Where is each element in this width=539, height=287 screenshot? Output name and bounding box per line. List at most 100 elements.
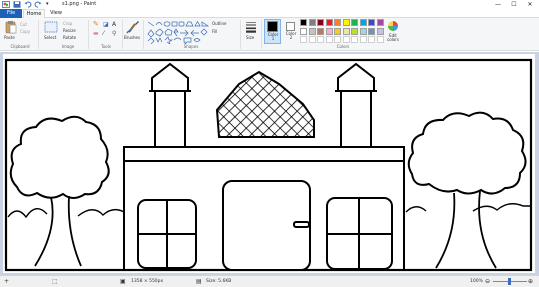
separator bbox=[240, 20, 241, 49]
palette-swatch-empty[interactable] bbox=[368, 36, 375, 43]
minimize-button[interactable]: — bbox=[490, 0, 506, 9]
color-palette bbox=[300, 19, 386, 47]
palette-swatch[interactable] bbox=[368, 27, 375, 35]
image-dimensions: 1358 × 550px bbox=[131, 279, 164, 284]
brushes-button[interactable]: Brushes bbox=[124, 35, 140, 40]
zoom-slider-thumb[interactable] bbox=[508, 278, 511, 285]
color2-selector[interactable]: Color 2 bbox=[283, 19, 299, 44]
size-button[interactable]: Size bbox=[246, 35, 254, 40]
left-tree-canopy bbox=[9, 115, 110, 199]
shapes-gallery[interactable] bbox=[147, 20, 209, 44]
text-tool-icon[interactable]: A bbox=[112, 22, 116, 28]
outline-dropdown[interactable]: Outline bbox=[212, 21, 226, 26]
maximize-button[interactable]: ☐ bbox=[506, 0, 522, 9]
window-title: s1.png - Paint bbox=[62, 1, 97, 7]
color1-selector[interactable]: Color 1 bbox=[264, 19, 281, 44]
palette-swatch[interactable] bbox=[317, 27, 324, 35]
palette-swatch[interactable] bbox=[359, 27, 367, 35]
palette-swatch[interactable] bbox=[334, 19, 341, 26]
zoom-in-button[interactable]: ⊕ bbox=[528, 276, 533, 287]
left-tree-trunk bbox=[34, 195, 82, 267]
palette-swatch-empty[interactable] bbox=[325, 36, 333, 43]
fill-bucket-icon[interactable]: ◪ bbox=[103, 22, 109, 28]
selection-icon: ⬚ bbox=[52, 278, 58, 285]
customize-quick-access-icon[interactable]: ▾ bbox=[46, 0, 49, 7]
color2-label: Color 2 bbox=[285, 31, 297, 40]
redo-icon[interactable] bbox=[34, 1, 42, 8]
close-button[interactable]: ✕ bbox=[522, 0, 538, 9]
zoom-level: 100% bbox=[470, 279, 483, 284]
palette-swatch[interactable] bbox=[317, 19, 324, 26]
palette-swatch-empty[interactable] bbox=[359, 36, 367, 43]
paste-button[interactable]: Paste bbox=[4, 35, 15, 40]
palette-swatch-empty[interactable] bbox=[308, 36, 316, 43]
palette-swatch[interactable] bbox=[359, 19, 367, 26]
edit-colors-icon[interactable] bbox=[387, 20, 399, 32]
edit-colors-button[interactable]: Edit colors bbox=[385, 34, 401, 42]
palette-swatch-empty[interactable] bbox=[317, 36, 324, 43]
separator bbox=[88, 20, 89, 49]
color1-swatch bbox=[267, 21, 278, 32]
color-picker-icon[interactable]: ⁄ bbox=[103, 31, 104, 37]
tab-view[interactable]: View bbox=[47, 9, 65, 18]
separator bbox=[122, 20, 123, 49]
palette-swatch[interactable] bbox=[300, 19, 307, 26]
palette-swatch[interactable] bbox=[351, 19, 358, 26]
undo-icon[interactable] bbox=[24, 1, 32, 8]
roof-band bbox=[123, 146, 405, 162]
right-tree-canopy bbox=[407, 111, 527, 195]
palette-swatch-empty[interactable] bbox=[342, 36, 350, 43]
right-tree-trunk bbox=[435, 190, 497, 269]
palette-swatch[interactable] bbox=[342, 19, 350, 26]
drawing-canvas[interactable] bbox=[3, 54, 535, 273]
select-icon[interactable] bbox=[44, 21, 58, 33]
copy-button[interactable]: Copy bbox=[20, 29, 30, 34]
magnifier-icon[interactable]: ⚲ bbox=[112, 31, 116, 37]
color2-swatch bbox=[286, 22, 295, 31]
palette-swatch[interactable] bbox=[376, 27, 384, 35]
left-hills bbox=[7, 208, 125, 219]
zoom-out-button[interactable]: ⊖ bbox=[485, 276, 490, 287]
ribbon: Paste Cut Copy Clipboard Select Crop Res… bbox=[0, 18, 539, 51]
palette-swatch[interactable] bbox=[308, 27, 316, 35]
shapes-group-label: Shapes bbox=[183, 44, 199, 49]
palette-swatch[interactable] bbox=[325, 19, 333, 26]
size-icon[interactable] bbox=[245, 21, 257, 33]
palette-swatch[interactable] bbox=[368, 19, 375, 26]
palette-swatch[interactable] bbox=[325, 27, 333, 35]
crop-button[interactable]: Crop bbox=[63, 21, 72, 26]
tab-home[interactable]: Home bbox=[23, 9, 45, 18]
fill-dropdown[interactable]: Fill bbox=[212, 29, 217, 34]
eraser-icon[interactable]: ▬ bbox=[93, 31, 99, 37]
palette-swatch-empty[interactable] bbox=[300, 36, 307, 43]
palette-swatch-empty[interactable] bbox=[351, 36, 358, 43]
palette-swatch[interactable] bbox=[308, 19, 316, 26]
palette-swatch[interactable] bbox=[300, 27, 307, 35]
color1-label: Color 1 bbox=[267, 32, 279, 41]
palette-swatch[interactable] bbox=[334, 27, 341, 35]
palette-swatch[interactable] bbox=[376, 19, 384, 26]
palette-swatch[interactable] bbox=[342, 27, 350, 35]
canvas-workspace bbox=[0, 52, 539, 275]
save-icon[interactable] bbox=[13, 1, 21, 8]
tab-file[interactable]: File bbox=[0, 9, 22, 18]
resize-button[interactable]: Resize bbox=[63, 28, 76, 33]
palette-swatch[interactable] bbox=[351, 27, 358, 35]
disk-icon: ▤ bbox=[196, 278, 202, 285]
palette-swatch-empty[interactable] bbox=[334, 36, 341, 43]
cut-button[interactable]: Cut bbox=[20, 22, 27, 27]
brushes-icon[interactable] bbox=[126, 20, 140, 34]
pencil-icon[interactable]: ✎ bbox=[93, 21, 99, 28]
status-bar: + ⬚ ▣ 1358 × 550px ▤ Size: 5.6KB 100% ⊖ … bbox=[0, 275, 539, 287]
door-handle bbox=[293, 221, 310, 228]
title-bar: ▾ s1.png - Paint — ☐ ✕ bbox=[0, 0, 539, 9]
paste-icon[interactable] bbox=[5, 20, 17, 34]
select-button[interactable]: Select bbox=[44, 35, 56, 40]
left-minaret-tower bbox=[154, 90, 186, 148]
central-dome bbox=[215, 70, 315, 138]
rotate-button[interactable]: Rotate bbox=[63, 35, 76, 40]
right-hills bbox=[405, 203, 530, 213]
palette-swatch-empty[interactable] bbox=[376, 36, 384, 43]
ribbon-tabs: File Home View bbox=[0, 9, 539, 18]
tools-group-label: Tools bbox=[101, 44, 111, 49]
